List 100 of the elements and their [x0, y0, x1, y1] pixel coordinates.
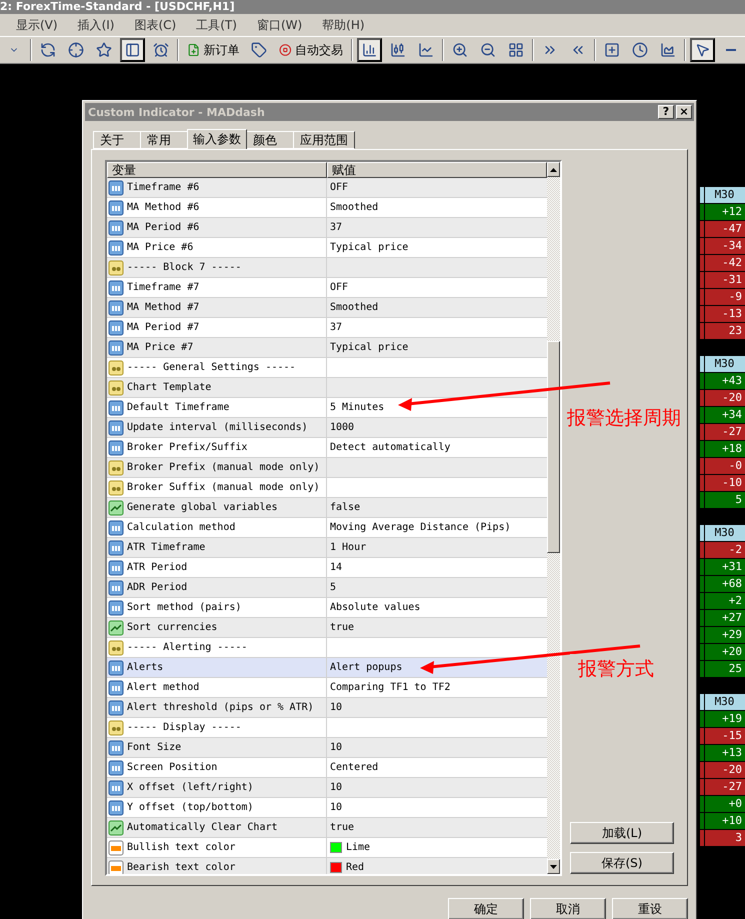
table-row[interactable]: Chart Template [107, 378, 547, 398]
table-row[interactable]: MA Method #7 Smoothed [107, 298, 547, 318]
column-header[interactable]: 赋值 [327, 162, 547, 178]
new-order-icon [187, 42, 200, 58]
table-row[interactable]: MA Period #7 37 [107, 318, 547, 338]
text-type-icon [108, 260, 124, 276]
text-type-icon [108, 380, 124, 396]
ok-button[interactable]: 确定 [448, 898, 524, 919]
menu-item[interactable]: 显示(V) [16, 16, 58, 34]
save-button[interactable]: 保存(S) [570, 852, 674, 874]
value-cell: +29 [700, 627, 745, 643]
value-cell: 3 [700, 830, 745, 846]
table-row[interactable]: Timeframe #6 OFF [107, 178, 547, 198]
cursor-icon [694, 42, 710, 58]
table-row[interactable]: Sort method (pairs) Absolute values [107, 598, 547, 618]
toolbar-button[interactable]: 自动交易 [275, 38, 347, 62]
column-header[interactable]: 变量 [107, 162, 327, 178]
table-row[interactable]: ----- Display ----- [107, 718, 547, 738]
parameter-name: Alerts [127, 662, 164, 673]
menu-item[interactable]: 窗口(W) [256, 16, 302, 34]
menu-item[interactable]: 工具(T) [196, 16, 237, 34]
parameter-value: Centered [330, 762, 378, 773]
table-row[interactable]: Sort currencies true [107, 618, 547, 638]
menu-item[interactable]: 图表(C) [134, 16, 176, 34]
parameter-name: Timeframe #7 [127, 282, 200, 293]
parameter-name: Timeframe #6 [127, 182, 200, 193]
table-row[interactable]: Alert threshold (pips or % ATR) 10 [107, 698, 547, 718]
text-type-icon [108, 640, 124, 656]
number-type-icon [108, 220, 124, 236]
scrollbar[interactable] [547, 162, 560, 874]
stop-icon [279, 42, 292, 58]
number-type-icon [108, 580, 124, 596]
parameter-name: Generate global variables [127, 502, 278, 513]
tab[interactable]: 关于 [93, 131, 141, 149]
toolbar-button[interactable] [120, 38, 146, 62]
parameter-name: ATR Period [127, 562, 188, 573]
table-row[interactable]: Broker Suffix (manual mode only) [107, 478, 547, 498]
value-cell: -27 [700, 424, 745, 440]
table-row[interactable]: Broker Prefix (manual mode only) [107, 458, 547, 478]
zoom-out-icon [480, 42, 496, 58]
parameter-value: 1000 [330, 422, 354, 433]
table-row[interactable]: ----- Block 7 ----- [107, 258, 547, 278]
table-row[interactable]: MA Price #7 Typical price [107, 338, 547, 358]
menu-item[interactable]: 帮助(H) [322, 16, 365, 34]
parameter-name: Sort currencies [127, 622, 218, 633]
value-cell: 23 [700, 323, 745, 339]
table-row[interactable]: Y offset (top/bottom) 10 [107, 798, 547, 818]
table-row[interactable]: Timeframe #7 OFF [107, 278, 547, 298]
table-row[interactable]: Calculation method Moving Average Distance (Pips) [107, 518, 547, 538]
table-row[interactable]: Alert method Comparing TF1 to TF2 [107, 678, 547, 698]
table-row[interactable]: Screen Position Centered [107, 758, 547, 778]
table-row[interactable]: ----- General Settings ----- [107, 358, 547, 378]
table-row[interactable]: Default Timeframe 5 Minutes [107, 398, 547, 418]
table-row[interactable]: MA Period #6 37 [107, 218, 547, 238]
toolbar-button[interactable] [356, 38, 382, 62]
tab[interactable]: 颜色 [246, 131, 294, 149]
table-row[interactable]: MA Method #6 Smoothed [107, 198, 547, 218]
timeframe-label: M30 [700, 525, 745, 541]
number-type-icon [108, 740, 124, 756]
parameter-name: MA Period #7 [127, 322, 200, 333]
cancel-button[interactable]: 取消 [530, 898, 606, 919]
load-button[interactable]: 加载(L) [570, 822, 674, 844]
reset-button[interactable]: 重设 [612, 898, 688, 919]
parameter-name: Calculation method [127, 522, 236, 533]
number-type-icon [108, 340, 124, 356]
table-row[interactable]: ADR Period 5 [107, 578, 547, 598]
parameter-name: X offset (left/right) [127, 782, 254, 793]
close-button[interactable]: × [676, 105, 692, 119]
table-row[interactable]: Generate global variables false [107, 498, 547, 518]
table-row[interactable]: Automatically Clear Chart true [107, 818, 547, 838]
tab[interactable]: 常用 [140, 131, 188, 149]
table-row[interactable]: Bullish text color Lime [107, 838, 547, 858]
help-button[interactable]: ? [658, 105, 674, 119]
table-row[interactable]: Alerts Alert popups [107, 658, 547, 678]
parameter-name: Sort method (pairs) [127, 602, 242, 613]
toolbar-button[interactable] [690, 38, 716, 62]
menu-item[interactable]: 插入(I) [78, 16, 114, 34]
table-row[interactable]: Broker Prefix/Suffix Detect automatically [107, 438, 547, 458]
table-row[interactable]: Bearish text color Red [107, 858, 547, 874]
parameter-value: Typical price [330, 342, 408, 353]
table-row[interactable]: ATR Timeframe 1 Hour [107, 538, 547, 558]
panel-icon [124, 42, 140, 58]
toolbar-button[interactable]: 新订单 [183, 38, 244, 62]
value-cell: -13 [700, 306, 745, 322]
table-row[interactable]: Update interval (milliseconds) 1000 [107, 418, 547, 438]
value-cell: +2 [700, 593, 745, 609]
number-type-icon [108, 780, 124, 796]
parameter-value: 14 [330, 562, 342, 573]
table-row[interactable]: X offset (left/right) 10 [107, 778, 547, 798]
tab[interactable]: 输入参数 [187, 129, 247, 149]
parameter-value: false [330, 502, 360, 513]
number-type-icon [108, 540, 124, 556]
value-cell: +20 [700, 644, 745, 660]
tab[interactable]: 应用范围 [293, 131, 355, 149]
table-row[interactable]: ATR Period 14 [107, 558, 547, 578]
table-row[interactable]: ----- Alerting ----- [107, 638, 547, 658]
clock-icon [632, 42, 648, 58]
value-cell: -0 [700, 458, 745, 474]
table-row[interactable]: Font Size 10 [107, 738, 547, 758]
table-row[interactable]: MA Price #6 Typical price [107, 238, 547, 258]
